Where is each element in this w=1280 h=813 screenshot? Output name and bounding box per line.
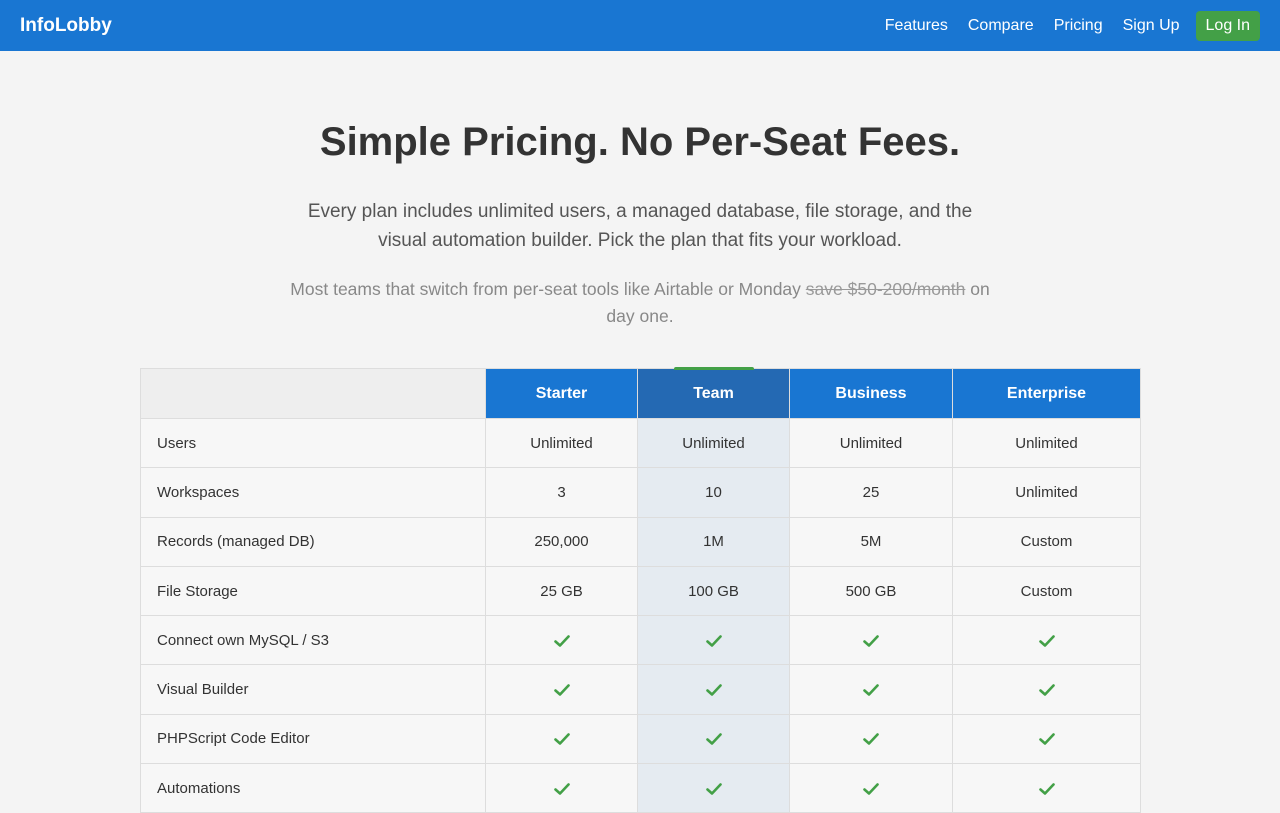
savings-note-strikethrough: save $50-200/month	[805, 279, 966, 299]
login-button[interactable]: Log In	[1195, 10, 1260, 41]
feature-label: PHPScript Code Editor	[140, 713, 486, 765]
table-row: File Storage 25 GB 100 GB 500 GB Custom	[140, 565, 1141, 617]
plan-value-cell	[485, 664, 638, 715]
table-row: PHPScript Code Editor	[140, 713, 1141, 765]
top-navbar: InfoLobby Features Compare Pricing Sign …	[0, 0, 1280, 51]
plan-value-cell	[637, 664, 790, 715]
hero-section: Simple Pricing. No Per-Seat Fees. Every …	[0, 119, 1280, 330]
check-icon	[705, 634, 722, 648]
nav-links: Features Compare Pricing Sign Up Log In	[885, 10, 1260, 41]
plan-header-team: Team	[637, 367, 790, 419]
plan-value-cell	[637, 763, 790, 813]
check-icon	[553, 732, 570, 746]
feature-label: File Storage	[140, 565, 486, 617]
brand-logo-link[interactable]: InfoLobby	[20, 15, 112, 37]
plan-value-cell: Custom	[952, 516, 1141, 567]
nav-link-features[interactable]: Features	[885, 17, 948, 35]
check-icon	[863, 732, 879, 746]
plan-value-cell	[485, 763, 638, 813]
check-icon	[1038, 782, 1055, 796]
check-icon	[863, 683, 879, 697]
check-icon	[553, 683, 570, 697]
plan-header-enterprise: Enterprise	[952, 368, 1141, 419]
page-title: Simple Pricing. No Per-Seat Fees.	[319, 120, 961, 164]
nav-link-compare[interactable]: Compare	[968, 17, 1034, 35]
plan-value-cell: 1M	[637, 516, 790, 567]
check-icon	[863, 634, 879, 648]
plan-value-cell: Unlimited	[952, 467, 1141, 518]
hero-savings-note: Most teams that switch from per-seat too…	[280, 276, 1000, 330]
feature-column-header	[140, 368, 486, 419]
plan-value-cell	[789, 713, 953, 765]
feature-label: Records (managed DB)	[140, 516, 486, 567]
nav-link-pricing[interactable]: Pricing	[1054, 17, 1103, 35]
table-header-row: Starter Team Business Enterprise	[140, 367, 1141, 419]
plan-value-cell: 10	[637, 467, 790, 518]
plan-value-cell: Unlimited	[952, 417, 1141, 469]
check-icon	[1038, 634, 1055, 648]
team-highlight-tab	[673, 367, 754, 370]
plan-value-cell: Unlimited	[637, 417, 790, 469]
feature-label: Visual Builder	[140, 664, 486, 715]
plan-value-cell: 250,000	[485, 516, 638, 567]
check-icon	[863, 782, 879, 796]
plan-header-starter: Starter	[485, 368, 638, 419]
feature-label: Connect own MySQL / S3	[140, 615, 486, 666]
plan-value-cell	[789, 763, 953, 813]
feature-label: Workspaces	[140, 467, 486, 518]
check-icon	[553, 634, 570, 648]
plan-value-cell	[485, 615, 638, 666]
plan-value-cell	[789, 664, 953, 715]
plan-header-business: Business	[789, 368, 953, 419]
plan-value-cell: 5M	[789, 516, 953, 567]
plan-value-cell	[637, 713, 790, 765]
check-icon	[1038, 732, 1055, 746]
savings-note-text: Most teams that switch from per-seat too…	[290, 279, 801, 299]
pricing-table-container: Starter Team Business Enterprise Users Un…	[140, 367, 1141, 813]
plan-value-cell: 3	[485, 467, 638, 518]
check-icon	[1038, 683, 1055, 697]
nav-link-signup[interactable]: Sign Up	[1123, 17, 1180, 35]
table-row: Records (managed DB) 250,000 1M 5M Custom	[140, 516, 1141, 567]
table-row: Users Unlimited Unlimited Unlimited Unlimite…	[140, 417, 1141, 469]
plan-value-cell: Custom	[952, 565, 1141, 617]
hero-subtitle: Every plan includes unlimited users, a m…	[307, 201, 973, 251]
check-icon	[705, 732, 722, 746]
plan-value-cell	[952, 763, 1141, 813]
plan-value-cell: 100 GB	[637, 565, 790, 617]
table-row: Workspaces 3 10 25 Unlimited	[140, 467, 1141, 518]
plan-value-cell	[952, 615, 1141, 666]
plan-value-cell: Unlimited	[485, 417, 638, 469]
plan-header-team-label: Team	[693, 384, 734, 402]
table-row: Visual Builder	[140, 664, 1141, 715]
table-row: Connect own MySQL / S3	[140, 615, 1141, 666]
check-icon	[705, 782, 722, 796]
plan-value-cell	[952, 713, 1141, 765]
plan-value-cell	[789, 615, 953, 666]
plan-value-cell: 25	[789, 467, 953, 518]
plan-value-cell: Unlimited	[789, 417, 953, 469]
feature-label: Automations	[140, 763, 486, 813]
plan-value-cell: 500 GB	[789, 565, 953, 617]
plan-value-cell: 25 GB	[485, 565, 638, 617]
pricing-comparison-table: Starter Team Business Enterprise Users Un…	[140, 367, 1141, 813]
table-row: Automations	[140, 763, 1141, 813]
plan-value-cell	[637, 615, 790, 666]
plan-value-cell	[952, 664, 1141, 715]
pricing-table-body: Users Unlimited Unlimited Unlimited Unlimite…	[140, 417, 1141, 813]
check-icon	[705, 683, 722, 697]
plan-value-cell	[485, 713, 638, 765]
feature-label: Users	[140, 417, 486, 469]
check-icon	[553, 782, 570, 796]
